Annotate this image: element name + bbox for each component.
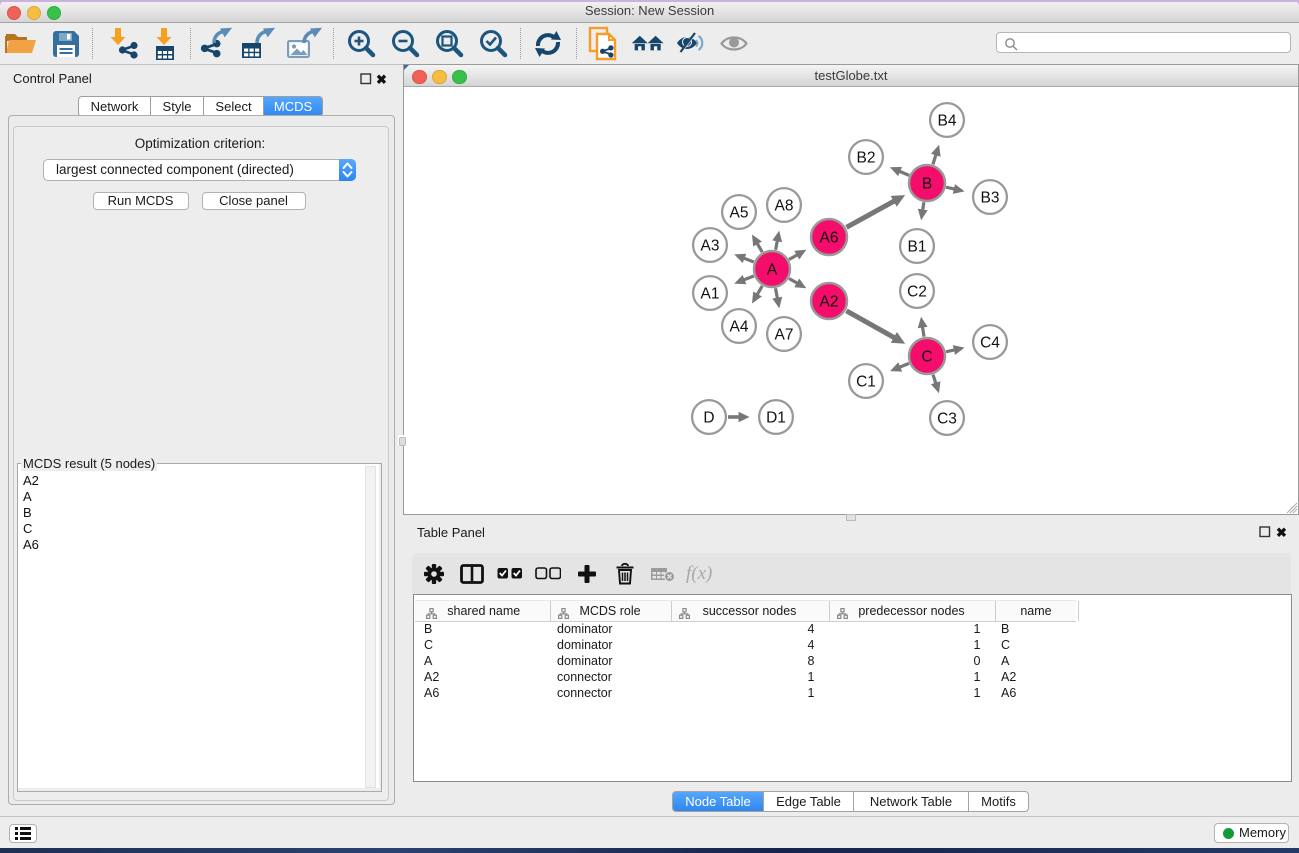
svg-text:A4: A4 xyxy=(730,319,749,336)
svg-text:A7: A7 xyxy=(775,327,794,344)
svg-text:C2: C2 xyxy=(907,284,927,301)
svg-text:B4: B4 xyxy=(938,113,957,130)
svg-text:C1: C1 xyxy=(856,374,876,391)
svg-text:A: A xyxy=(767,262,778,279)
svg-text:C3: C3 xyxy=(937,411,957,428)
svg-text:B1: B1 xyxy=(908,239,927,256)
svg-text:C4: C4 xyxy=(980,335,1000,352)
svg-text:A8: A8 xyxy=(775,198,794,215)
svg-text:A1: A1 xyxy=(701,286,720,303)
svg-text:C: C xyxy=(921,349,932,366)
svg-text:D1: D1 xyxy=(766,410,786,427)
svg-text:A6: A6 xyxy=(820,230,839,247)
svg-text:B3: B3 xyxy=(981,190,1000,207)
svg-text:B: B xyxy=(922,176,932,193)
svg-text:D: D xyxy=(703,410,714,427)
svg-text:A5: A5 xyxy=(730,205,749,222)
svg-text:A3: A3 xyxy=(701,238,720,255)
svg-text:B2: B2 xyxy=(857,150,876,167)
svg-text:A2: A2 xyxy=(820,294,839,311)
